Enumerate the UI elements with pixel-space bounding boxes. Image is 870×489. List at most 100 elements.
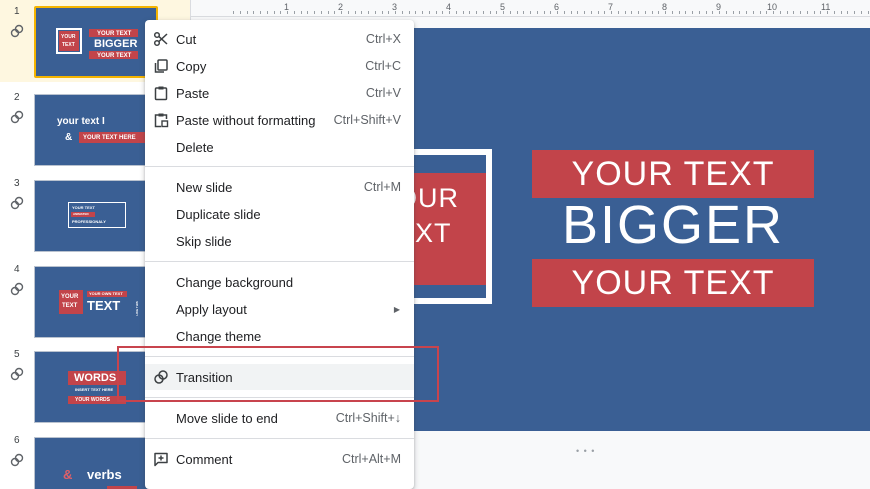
ruler-tick [482,11,484,14]
ruler-tick [354,11,356,14]
menu-item-label: New slide [176,179,233,195]
ruler-tick [287,11,288,14]
ruler-tick [462,11,464,14]
ruler-tick [678,11,680,14]
ruler-tick [523,11,525,14]
ruler-tick [530,11,531,14]
ruler-tick [476,11,477,14]
thumb-text: YOUR OWN TEXT [89,291,123,296]
slide-number: 6 [14,435,20,446]
menu-separator [145,166,414,167]
menu-item-shortcut: Ctrl+X [365,32,401,46]
thumb-text: INSERT TEXT HERE [75,387,114,392]
slide-number: 2 [14,92,20,103]
thumb-text: YOUR TEXT [97,53,132,59]
ruler-tick [658,11,660,14]
slide-thumbnail[interactable]: YOUR TEXT YOUR TEXT BIGGER YOUR TEXT [34,6,158,78]
slide-banner-text: YOUR TEXT [571,154,775,193]
ruler-tick [854,11,855,14]
ruler-tick [644,11,646,14]
slide-banner-text: YOUR TEXT [571,263,775,302]
thumb-text: YOUR WORDS [75,397,110,403]
ruler-tick [617,11,619,14]
menu-item-cut[interactable]: Cut Ctrl+X [145,26,414,52]
ruler-tick [752,11,754,14]
thumb-text: TEXT [87,298,121,313]
ruler-tick [611,11,612,14]
menu-item-shortcut: Ctrl+Alt+M [341,452,401,466]
transition-link-icon [10,282,24,296]
menu-item-label: Duplicate slide [176,206,261,222]
ruler-tick [543,11,545,14]
ruler-tick [341,11,342,14]
slide-big-text: BIGGER [561,195,785,255]
thumb-text: YOUR [61,34,76,40]
ruler-tick [651,11,653,14]
thumb-text: TEXT [62,42,75,48]
menu-item-paste-without-formatting[interactable]: Paste without formatting Ctrl+Shift+V [145,107,414,133]
ruler-tick [435,11,437,14]
ruler-tick [300,11,302,14]
transition-link-icon [10,24,24,38]
slide-thumbnail[interactable]: YOUR TEXT YOUR OWN TEXT TEXT LIKE THIS [34,266,158,338]
speaker-notes-resize-handle[interactable]: • • • [576,446,595,456]
menu-item-move-slide-to-end[interactable]: Move slide to end Ctrl+Shift+↓ [145,405,414,431]
ruler-tick [698,11,700,14]
ruler-tick [415,11,417,14]
ruler-tick [503,11,504,14]
thumb-text: & [63,467,73,482]
ruler-tick [584,11,585,14]
ruler-tick [719,11,720,14]
ruler-tick [685,11,687,14]
horizontal-ruler[interactable]: 1 2 3 4 5 6 7 8 9 10 11 [191,0,870,17]
ruler-tick [334,11,336,14]
ruler-tick [253,11,255,14]
ruler-tick [395,11,396,14]
menu-item-new-slide[interactable]: New slide Ctrl+M [145,174,414,200]
thumb-text: YOUR [61,294,79,300]
slide-number: 3 [14,178,20,189]
ruler-tick [509,11,511,14]
ruler-tick [820,11,822,14]
ruler-tick [536,11,538,14]
scissors-icon [153,31,169,47]
ruler-tick [570,11,572,14]
menu-item-apply-layout[interactable]: Apply layout ▶ [145,296,414,322]
ruler-tick [428,11,430,14]
slide-thumbnail[interactable]: & verbs [34,437,158,489]
thumb-text: YOUR TEXT HERE [83,135,136,141]
menu-item-label: Paste without formatting [176,112,316,128]
thumb-text: your text I [57,116,105,127]
ruler-tick [779,11,781,14]
ruler-mark: 11 [821,2,831,12]
ruler-tick [489,11,491,14]
thumb-text: BIGGER [94,38,138,50]
menu-item-label: Comment [176,451,233,467]
comment-add-icon [153,451,169,467]
menu-item-label: Move slide to end [176,410,278,426]
menu-item-label: Change background [176,274,294,290]
menu-item-shortcut: Ctrl+V [365,86,401,100]
slide-thumbnail[interactable]: your text I & YOUR TEXT HERE [34,94,158,166]
ruler-tick [280,11,282,14]
menu-item-skip-slide[interactable]: Skip slide [145,228,414,254]
ruler-tick [577,11,579,14]
submenu-arrow-icon: ▶ [393,304,400,314]
ruler-tick [442,11,444,14]
menu-item-delete[interactable]: Delete [145,134,414,160]
menu-item-paste[interactable]: Paste Ctrl+V [145,80,414,106]
ruler-tick [381,11,383,14]
menu-item-copy[interactable]: Copy Ctrl+C [145,53,414,79]
menu-item-shortcut: Ctrl+M [363,180,401,194]
ruler-tick [550,11,552,14]
current-slide[interactable]: OUR EXT YOUR TEXT BIGGER YOUR TEXT [400,28,870,431]
ruler-tick [374,11,376,14]
menu-item-change-background[interactable]: Change background [145,269,414,295]
ruler-tick [347,11,349,14]
slide-thumbnail[interactable]: YOUR TEXT ANIMATED PROFESSIONALY [34,180,158,252]
thumb-text: LIKE THIS [134,301,139,316]
menu-item-comment[interactable]: Comment Ctrl+Alt+M [145,446,414,472]
menu-item-duplicate-slide[interactable]: Duplicate slide [145,201,414,227]
ruler-tick [307,11,309,14]
ruler-tick [813,11,815,14]
